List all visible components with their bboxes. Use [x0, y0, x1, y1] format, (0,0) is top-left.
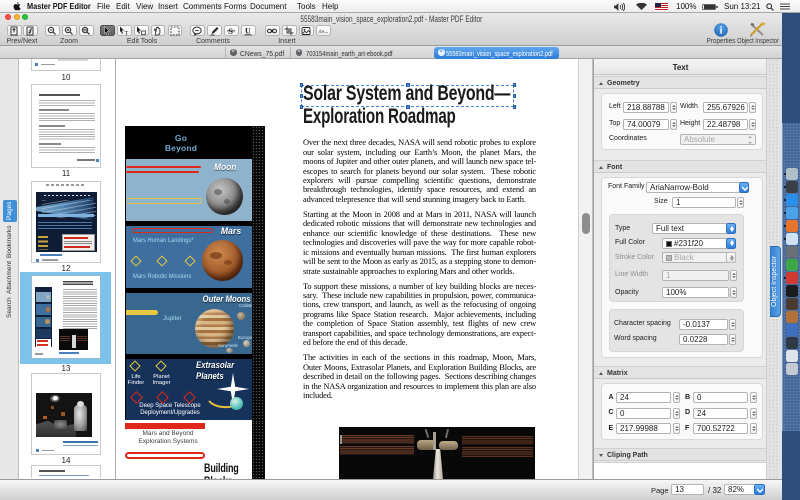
svg-text:U: U — [245, 26, 251, 35]
svg-text:T: T — [125, 31, 129, 36]
svg-text:i: i — [720, 26, 723, 37]
